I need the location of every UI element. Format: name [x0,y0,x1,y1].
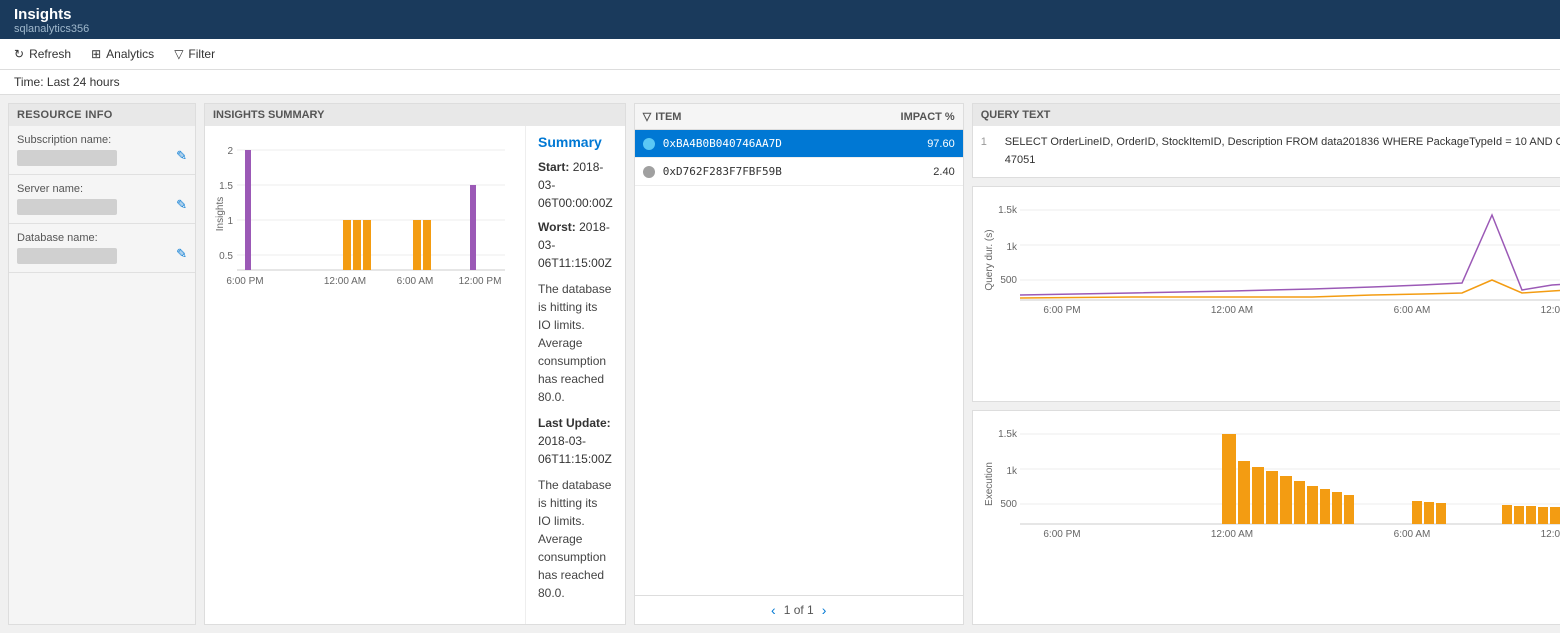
insights-panel: INSIGHTS SUMMARY 2 1.5 1 0.5 Insig [204,103,626,625]
svg-text:12:00 PM: 12:00 PM [459,276,502,287]
server-label: Server name: [17,183,172,195]
query-duration-chart-panel: Query dur. (s) 1.5k 1k 500 6:00 PM 12:00… [972,186,1560,401]
item-icon [643,138,655,150]
app-title: Insights [14,6,1546,23]
item-impact: 2.40 [905,166,955,178]
refresh-icon: ↻ [14,47,24,61]
svg-text:1.5: 1.5 [219,181,233,192]
summary-worst: Worst: 2018-03-06T11:15:00Z [538,218,613,272]
database-value [17,248,117,264]
svg-text:1.5k: 1.5k [998,205,1018,216]
query-text-body: 1 SELECT OrderLineID, OrderID, StockItem… [973,126,1560,177]
subscription-label: Subscription name: [17,134,172,146]
filter-button[interactable]: ▽ Filter [174,47,215,61]
analytics-icon: ⊞ [91,47,101,61]
item-impact: 97.60 [905,138,955,150]
server-edit-icon[interactable]: ✎ [176,197,187,213]
svg-text:6:00 PM: 6:00 PM [226,276,263,287]
subscription-field: Subscription name: ✎ [9,126,195,175]
svg-text:6:00 PM: 6:00 PM [1043,529,1080,540]
impact-col-header: IMPACT % [893,104,963,129]
item-row[interactable]: 0xBA4B0B040746AA7D 97.60 [635,130,963,158]
item-col-header: ▽ ITEM [635,104,690,129]
insights-chart-area: 2 1.5 1 0.5 Insights [205,126,525,624]
svg-text:12:00 PM: 12:00 PM [1540,529,1560,540]
query-duration-chart: Query dur. (s) 1.5k 1k 500 6:00 PM 12:00… [981,195,1560,325]
database-field: Database name: ✎ [9,224,195,273]
database-edit-icon[interactable]: ✎ [176,246,187,262]
svg-text:Insights: Insights [215,197,226,231]
summary-area: Summary Start: 2018-03-06T00:00:00Z Wors… [525,126,625,624]
summary-desc1: The database is hitting its IO limits. A… [538,280,613,406]
server-field: Server name: ✎ [9,175,195,224]
main-content: RESOURCE INFO Subscription name: ✎ Serve… [0,95,1560,633]
analytics-button[interactable]: ⊞ Analytics [91,47,154,61]
item-name: 0xBA4B0B040746AA7D [663,137,905,150]
item-name: 0xD762F283F7FBF59B [663,165,905,178]
query-text-panel: QUERY TEXT 1 SELECT OrderLineID, OrderID… [972,103,1560,178]
summary-start: Start: 2018-03-06T00:00:00Z [538,158,613,212]
pagination-label: 1 of 1 [784,603,814,617]
svg-text:1.5k: 1.5k [998,429,1018,440]
svg-text:1: 1 [227,216,233,227]
filter-icon: ▽ [174,47,183,61]
svg-text:12:00 PM: 12:00 PM [1540,305,1560,316]
refresh-button[interactable]: ↻ Refresh [14,47,71,61]
app-header: Insights sqlanalytics356 [0,0,1560,39]
svg-text:500: 500 [1000,275,1017,286]
time-bar: Time: Last 24 hours [0,70,1560,95]
resource-panel: RESOURCE INFO Subscription name: ✎ Serve… [8,103,196,625]
summary-last-update: Last Update: 2018-03-06T11:15:00Z [538,414,613,468]
item-icon [643,166,655,178]
svg-text:500: 500 [1000,499,1017,510]
items-footer: ‹ 1 of 1 › [635,595,963,624]
svg-text:Query dur. (s): Query dur. (s) [984,230,995,291]
insights-bar-chart: 2 1.5 1 0.5 Insights [213,134,517,294]
insights-section-header: INSIGHTS SUMMARY [205,104,625,126]
items-list: 0xBA4B0B040746AA7D 97.60 0xD762F283F7FBF… [635,130,963,595]
subscription-value [17,150,117,166]
svg-text:6:00 PM: 6:00 PM [1043,305,1080,316]
app-subtitle: sqlanalytics356 [14,23,1546,35]
prev-page-button[interactable]: ‹ [771,602,776,618]
svg-text:12:00 AM: 12:00 AM [1211,529,1253,540]
execution-bar-chart: Execution 1.5k 1k 500 [981,419,1560,549]
svg-text:6:00 AM: 6:00 AM [397,276,434,287]
svg-text:2: 2 [227,146,233,157]
toolbar: ↻ Refresh ⊞ Analytics ▽ Filter [0,39,1560,70]
server-value [17,199,117,215]
subscription-edit-icon[interactable]: ✎ [176,148,187,164]
query-text-header: QUERY TEXT [973,104,1560,126]
database-label: Database name: [17,232,172,244]
svg-text:6:00 AM: 6:00 AM [1393,305,1430,316]
filter-col-icon: ▽ [643,110,651,123]
items-header: ▽ ITEM IMPACT % [635,104,963,130]
next-page-button[interactable]: › [822,602,827,618]
summary-title: Summary [538,134,613,150]
summary-desc2: The database is hitting its IO limits. A… [538,476,613,602]
svg-text:1k: 1k [1006,466,1018,477]
query-panel: QUERY TEXT 1 SELECT OrderLineID, OrderID… [972,103,1560,625]
svg-text:1k: 1k [1006,242,1018,253]
svg-text:0.5: 0.5 [219,251,233,262]
resource-section-header: RESOURCE INFO [9,104,195,126]
query-text-content: SELECT OrderLineID, OrderID, StockItemID… [1005,134,1560,169]
item-row[interactable]: 0xD762F283F7FBF59B 2.40 [635,158,963,186]
svg-text:12:00 AM: 12:00 AM [1211,305,1253,316]
query-line-num: 1 [981,134,997,169]
svg-text:Execution: Execution [984,462,995,506]
execution-chart-panel: Execution 1.5k 1k 500 [972,410,1560,625]
svg-text:12:00 AM: 12:00 AM [324,276,366,287]
svg-text:6:00 AM: 6:00 AM [1393,529,1430,540]
items-panel: ▽ ITEM IMPACT % 0xBA4B0B040746AA7D 97.60… [634,103,964,625]
